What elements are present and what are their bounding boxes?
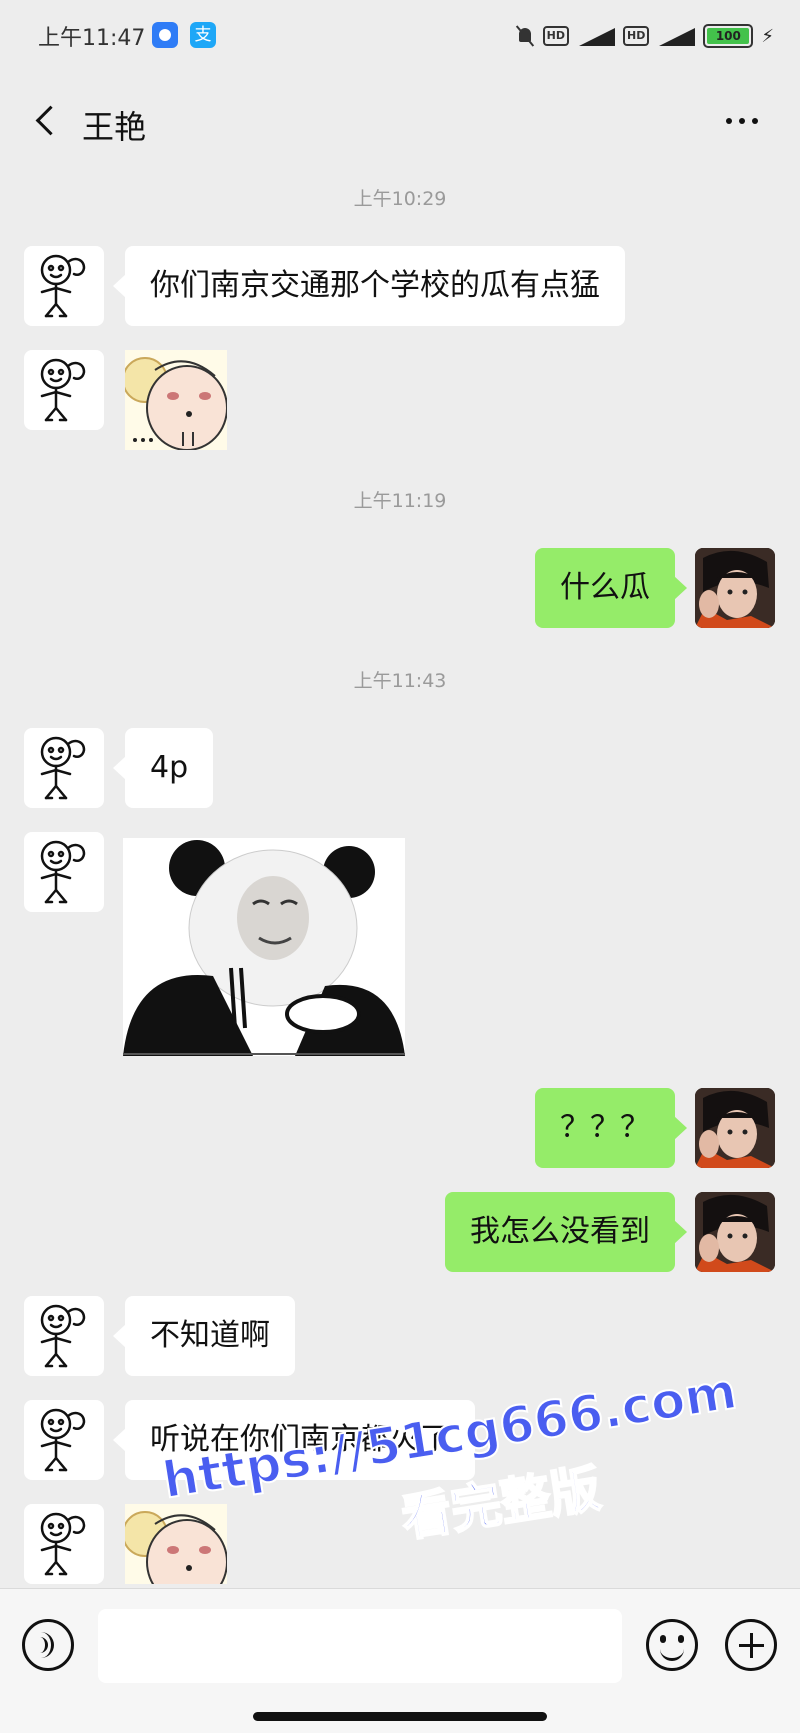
- user-avatar[interactable]: [695, 1088, 775, 1168]
- stick-figure-icon: [40, 1512, 86, 1576]
- contact-avatar[interactable]: [24, 246, 104, 326]
- more-icon[interactable]: [720, 106, 764, 136]
- stick-figure-icon: [40, 254, 86, 318]
- contact-avatar[interactable]: [24, 1296, 104, 1376]
- hd-badge: HD: [623, 26, 650, 46]
- message-bubble-sent[interactable]: 我怎么没看到: [445, 1192, 687, 1272]
- qq-browser-icon: [152, 22, 178, 48]
- contact-avatar[interactable]: [24, 832, 104, 912]
- contact-name: 王艳: [82, 108, 147, 146]
- message-bubble-sent[interactable]: 什么瓜: [535, 548, 687, 628]
- status-time: 上午11:47: [38, 26, 146, 51]
- mute-icon: [515, 25, 535, 47]
- alipay-icon: 支: [190, 22, 216, 48]
- battery-level: 100: [707, 28, 750, 44]
- charging-icon: ⚡: [761, 25, 774, 47]
- hd-badge: HD: [542, 26, 570, 46]
- back-icon[interactable]: [30, 104, 60, 134]
- message-bubble-received[interactable]: 不知道啊: [113, 1296, 295, 1376]
- message-bubble-received[interactable]: 听说在你们南京都火了: [113, 1400, 475, 1480]
- timestamp: 上午11:43: [353, 670, 447, 692]
- message-list[interactable]: 上午10:29 你们南京交通那个学校的瓜有点猛 上午11:19 什么瓜 上午11…: [0, 160, 800, 1585]
- message-bubble-sent[interactable]: ？？？: [535, 1088, 687, 1168]
- voice-input-icon[interactable]: [22, 1619, 74, 1671]
- chat-header: 王艳: [0, 82, 800, 158]
- timestamp: 上午10:29: [353, 188, 447, 210]
- timestamp: 上午11:19: [353, 490, 447, 512]
- user-avatar[interactable]: [695, 1192, 775, 1272]
- stick-figure-icon: [40, 358, 86, 422]
- stick-figure-icon: [40, 1304, 86, 1368]
- panda-meme-sticker[interactable]: [123, 838, 405, 1056]
- status-bar: 上午11:47 支 HD HD 100 ⚡: [0, 0, 800, 72]
- emoji-icon[interactable]: [646, 1619, 698, 1671]
- status-indicators: HD HD 100 ⚡: [515, 22, 774, 50]
- contact-avatar[interactable]: [24, 350, 104, 430]
- contact-avatar[interactable]: [24, 1504, 104, 1584]
- signal-icon: [657, 26, 696, 46]
- stick-figure-icon: [40, 840, 86, 904]
- message-input[interactable]: [98, 1609, 622, 1683]
- sheep-face-sticker[interactable]: [125, 1504, 227, 1584]
- more-actions-icon[interactable]: [725, 1619, 777, 1671]
- home-indicator[interactable]: [253, 1712, 547, 1721]
- stick-figure-icon: [40, 1408, 86, 1472]
- user-avatar[interactable]: [695, 548, 775, 628]
- contact-avatar[interactable]: [24, 1400, 104, 1480]
- sheep-face-sticker[interactable]: [125, 350, 227, 450]
- stick-figure-icon: [40, 736, 86, 800]
- message-bubble-received[interactable]: 4p: [112, 728, 214, 808]
- message-bubble-received[interactable]: 你们南京交通那个学校的瓜有点猛: [113, 246, 625, 326]
- signal-4g-icon: [577, 26, 616, 46]
- contact-avatar[interactable]: [24, 728, 104, 808]
- battery-icon: 100: [703, 24, 754, 48]
